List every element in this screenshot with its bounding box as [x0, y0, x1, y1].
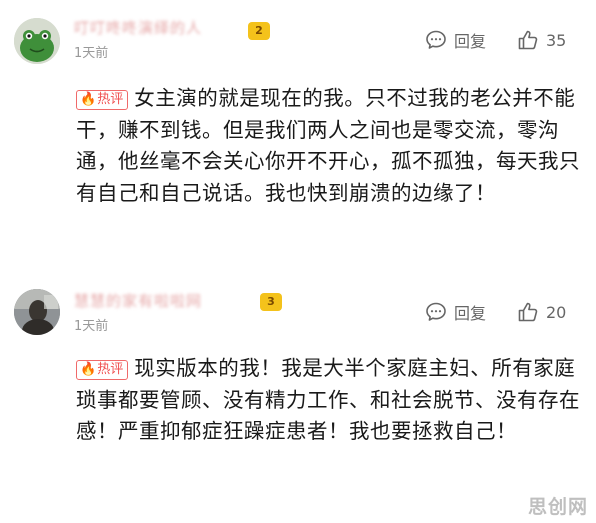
comment-body: 女主演的就是现在的我。只不过我的老公并不能干，赚不到钱。但是我们两人之间也是零交… — [76, 86, 580, 205]
like-count: 20 — [546, 302, 567, 322]
reply-button[interactable]: 回复 — [424, 28, 486, 52]
thumbs-up-icon — [518, 302, 538, 322]
timestamp: 1天前 — [74, 319, 109, 334]
hot-tag-label: 热评 — [97, 362, 124, 377]
avatar[interactable] — [14, 18, 60, 64]
reply-label: 回复 — [454, 304, 487, 323]
like-count: 35 — [546, 30, 567, 50]
reply-button[interactable]: 回复 — [424, 300, 486, 324]
comment-item: 叮叮咚咚演绎的人 2 1天前 回复 35 🔥热评 女主演的就是现在的我。只不过我的… — [0, 0, 596, 262]
level-badge: 3 — [260, 293, 282, 311]
username[interactable]: 慧慧的家有啦啦网 — [74, 291, 254, 311]
watermark: 思创网 — [527, 496, 588, 518]
comment-text: 🔥热评 现实版本的我！我是大半个家庭主妇、所有家庭琐事都要管顾、没有精力工作、和社… — [76, 353, 582, 448]
hot-comment-tag: 🔥热评 — [76, 90, 129, 110]
like-button[interactable]: 20 — [516, 300, 566, 324]
comment-bubble-icon — [426, 30, 446, 49]
frog-avatar-icon — [14, 18, 60, 64]
level-badge: 2 — [248, 22, 270, 40]
hot-tag-label: 热评 — [97, 92, 124, 107]
flame-icon: 🔥 — [80, 92, 97, 107]
comment-text: 🔥热评 女主演的就是现在的我。只不过我的老公并不能干，赚不到钱。但是我们两人之间也… — [76, 83, 582, 209]
thumbs-up-icon — [518, 30, 538, 50]
photo-avatar-icon — [14, 289, 60, 335]
comment-item: 慧慧的家有啦啦网 3 1天前 回复 20 🔥热评 现实版本的我！我是大半个家庭主妇… — [0, 275, 596, 523]
flame-icon: 🔥 — [80, 362, 97, 377]
timestamp: 1天前 — [74, 46, 109, 61]
like-button[interactable]: 35 — [516, 28, 566, 52]
hot-comment-tag: 🔥热评 — [76, 360, 129, 380]
username[interactable]: 叮叮咚咚演绎的人 — [74, 18, 244, 38]
comment-body: 现实版本的我！我是大半个家庭主妇、所有家庭琐事都要管顾、没有精力工作、和社会脱节… — [76, 356, 580, 443]
comment-bubble-icon — [426, 302, 446, 321]
reply-label: 回复 — [454, 32, 487, 51]
avatar[interactable] — [14, 289, 60, 335]
